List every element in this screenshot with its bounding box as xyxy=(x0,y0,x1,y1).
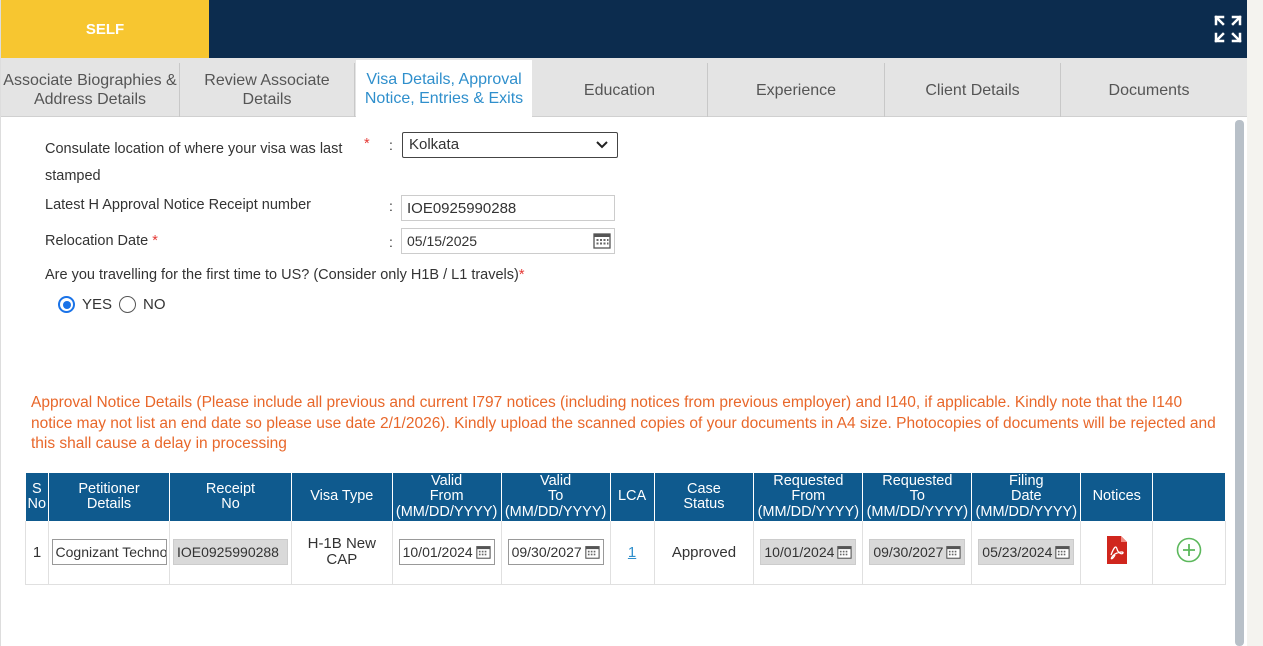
first-time-label: Are you travelling for the first time to… xyxy=(45,267,525,283)
relocation-date-input[interactable]: 05/15/2025 xyxy=(401,228,615,254)
table-row: 1 Cognizant Techno IOE0925990288 H-1B Ne… xyxy=(24,521,1226,585)
col-visa-type: Visa Type xyxy=(291,473,393,521)
cell-case-status: Approved xyxy=(654,521,755,585)
filing-date-field: 05/23/2024 xyxy=(978,539,1075,566)
valid-to-input[interactable]: 09/30/2027 xyxy=(507,539,604,566)
requested-to-value: 09/30/2027 xyxy=(873,544,944,561)
relocation-label: Relocation Date * xyxy=(45,233,158,249)
tab-visa-details[interactable]: Visa Details, Approval Notice, Entries &… xyxy=(356,60,532,117)
calendar-icon xyxy=(946,546,962,560)
valid-from-value: 10/01/2024 xyxy=(402,544,473,561)
visa-type-line-2: CAP xyxy=(326,551,358,569)
col-case-status: Case Status xyxy=(654,473,755,521)
calendar-icon[interactable] xyxy=(593,232,611,249)
yes-radio[interactable] xyxy=(58,296,75,313)
lca-link[interactable]: 1 xyxy=(628,544,636,561)
consulate-colon: : xyxy=(389,137,393,153)
receipt-no-field: IOE0925990288 xyxy=(172,539,288,566)
cell-valid-from: 10/01/2024 xyxy=(392,521,502,585)
approval-notice-table: S No Petitioner Details Receipt No Visa Typ… xyxy=(24,473,1226,585)
cell-requested-from: 10/01/2024 xyxy=(753,521,864,585)
relocation-required-mark: * xyxy=(152,233,158,249)
app-window: SELF Associate Biographies & Address Det… xyxy=(0,0,1247,646)
receipt-label: Latest H Approval Notice Receipt number xyxy=(45,197,311,213)
cell-requested-to: 09/30/2027 xyxy=(862,521,973,585)
cell-valid-to: 09/30/2027 xyxy=(501,521,611,585)
tab-review-associate[interactable]: Review Associate Details xyxy=(180,63,355,117)
receipt-number-input[interactable]: IOE0925990288 xyxy=(401,195,615,221)
col-valid-to: Valid To (MM/DD/YYYY) xyxy=(501,473,611,521)
tab-education[interactable]: Education xyxy=(532,63,708,117)
consulate-label: Consulate location of where your visa wa… xyxy=(45,136,355,190)
chevron-down-icon xyxy=(596,141,608,149)
calendar-icon xyxy=(1055,546,1071,560)
table-header-row: S No Petitioner Details Receipt No Visa Typ… xyxy=(25,473,1226,521)
tab-associate-biographies[interactable]: Associate Biographies & Address Details xyxy=(1,63,180,117)
cell-receipt: IOE0925990288 xyxy=(169,521,292,585)
add-circle-icon[interactable] xyxy=(1176,537,1202,563)
yes-radio-label[interactable]: YES xyxy=(82,296,112,313)
requested-from-value: 10/01/2024 xyxy=(764,544,835,561)
calendar-icon[interactable] xyxy=(475,544,491,560)
scrollbar-thumb[interactable] xyxy=(1235,120,1244,646)
col-valid-from: Valid From (MM/DD/YYYY) xyxy=(392,473,502,521)
cell-visa-type: H-1B New CAP xyxy=(291,521,393,585)
col-notices: Notices xyxy=(1080,473,1154,521)
tab-documents[interactable]: Documents xyxy=(1061,63,1237,117)
requested-to-field: 09/30/2027 xyxy=(869,539,966,566)
cell-actions xyxy=(1152,521,1226,585)
tab-client-details[interactable]: Client Details xyxy=(885,63,1061,117)
top-bar: SELF xyxy=(1,0,1247,58)
consulate-required-mark: * xyxy=(364,136,370,152)
no-radio[interactable] xyxy=(119,296,136,313)
no-radio-label[interactable]: NO xyxy=(143,296,166,313)
calendar-icon xyxy=(837,546,853,560)
col-lca: LCA xyxy=(610,473,655,521)
petitioner-input[interactable]: Cognizant Techno xyxy=(51,539,167,566)
visa-type-line-1: H-1B New xyxy=(307,535,376,553)
tab-experience[interactable]: Experience xyxy=(708,63,885,117)
requested-from-field: 10/01/2024 xyxy=(760,539,857,566)
consulate-select[interactable]: Kolkata xyxy=(402,132,618,158)
relocation-date-value: 05/15/2025 xyxy=(407,233,478,249)
col-requested-from: Requested From (MM/DD/YYYY) xyxy=(753,473,864,521)
cell-petitioner: Cognizant Techno xyxy=(48,521,171,585)
filing-date-value: 05/23/2024 xyxy=(982,544,1053,561)
calendar-icon[interactable] xyxy=(584,544,600,560)
cell-notices xyxy=(1080,521,1154,585)
valid-from-input[interactable]: 10/01/2024 xyxy=(398,539,495,566)
col-filing-date: Filing Date (MM/DD/YYYY) xyxy=(971,473,1082,521)
relocation-colon: : xyxy=(389,234,393,250)
col-petitioner: Petitioner Details xyxy=(48,473,171,521)
cell-filing-date: 05/23/2024 xyxy=(971,521,1082,585)
col-receipt: Receipt No xyxy=(169,473,292,521)
approval-notice-instructions: Approval Notice Details (Please include … xyxy=(31,394,1216,452)
cell-lca: 1 xyxy=(610,521,655,585)
consulate-label-text: Consulate location of where your visa wa… xyxy=(45,141,343,184)
first-time-required-mark: * xyxy=(518,267,525,283)
col-sno: S No xyxy=(25,473,50,521)
consulate-select-value: Kolkata xyxy=(409,136,460,153)
receipt-colon: : xyxy=(389,198,393,214)
pdf-icon[interactable] xyxy=(1105,535,1129,565)
col-requested-to: Requested To (MM/DD/YYYY) xyxy=(862,473,973,521)
relocation-label-text: Relocation Date xyxy=(45,233,149,249)
valid-to-value: 09/30/2027 xyxy=(511,544,582,561)
cell-sno: 1 xyxy=(24,521,50,585)
self-tab[interactable]: SELF xyxy=(1,0,209,58)
tab-bar: Associate Biographies & Address Details … xyxy=(1,58,1247,117)
first-time-label-text: Are you travelling for the first time to… xyxy=(45,267,519,283)
col-actions xyxy=(1152,473,1226,521)
fullscreen-icon[interactable] xyxy=(1213,14,1243,44)
